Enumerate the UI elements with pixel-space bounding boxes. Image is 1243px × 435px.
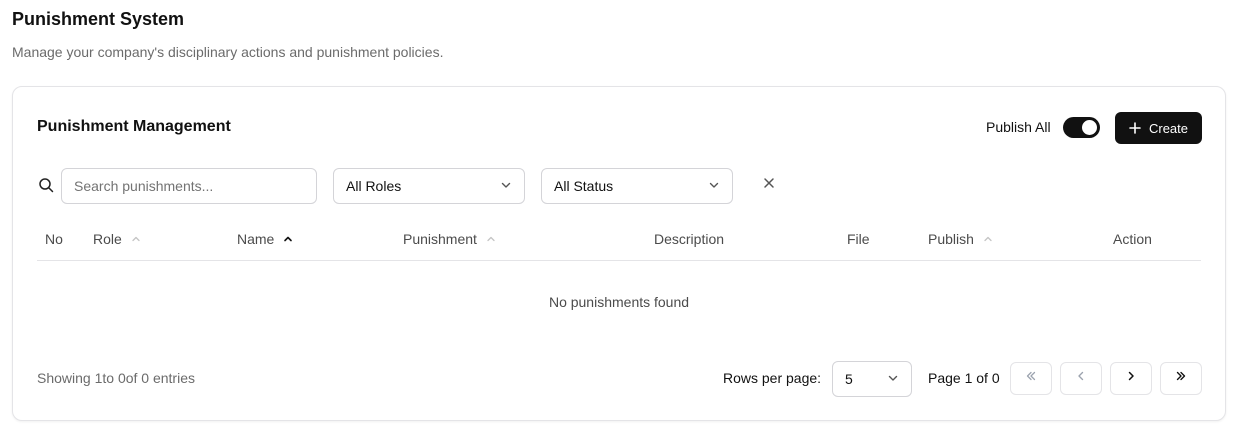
role-filter-value: All Roles: [346, 178, 402, 194]
sort-up-icon[interactable]: [485, 233, 497, 245]
column-label: Action: [1113, 231, 1152, 247]
chevron-right-icon: [1124, 369, 1138, 388]
chevron-left-icon: [1074, 369, 1088, 388]
create-button[interactable]: Create: [1115, 112, 1202, 144]
card-title: Punishment Management: [37, 118, 231, 135]
column-label: Description: [654, 231, 725, 247]
plus-icon: [1129, 122, 1141, 134]
search-input[interactable]: [61, 168, 317, 204]
table-header: No Role Name Punishment Description File: [37, 223, 1201, 261]
publish-all-toggle[interactable]: [1063, 117, 1100, 138]
sort-up-icon[interactable]: [130, 233, 142, 245]
column-label: File: [847, 231, 870, 247]
next-page-button[interactable]: [1110, 362, 1152, 395]
column-header-role[interactable]: Role: [93, 231, 142, 247]
chevron-down-icon: [500, 178, 512, 194]
create-button-label: Create: [1148, 120, 1189, 136]
chevrons-right-icon: [1174, 369, 1188, 388]
search-icon: [38, 177, 54, 198]
column-label: Role: [93, 231, 122, 247]
column-label: No: [45, 231, 63, 247]
column-label: Publish: [928, 231, 974, 247]
chevron-down-icon: [887, 371, 899, 387]
rows-per-page-label: Rows per page:: [723, 370, 822, 386]
toggle-knob: [1082, 120, 1097, 135]
column-label: Punishment: [403, 231, 477, 247]
column-header-punishment[interactable]: Punishment: [403, 231, 497, 247]
column-header-publish[interactable]: Publish: [928, 231, 994, 247]
chevron-down-icon: [708, 178, 720, 194]
publish-all-label: Publish All: [986, 119, 1051, 135]
empty-state-message: No punishments found: [548, 294, 690, 310]
chevrons-left-icon: [1024, 369, 1038, 388]
clear-filters-icon[interactable]: [762, 176, 776, 195]
status-filter-value: All Status: [554, 178, 614, 194]
column-header-file: File: [847, 231, 870, 247]
column-header-name[interactable]: Name: [237, 231, 294, 247]
status-filter-select[interactable]: All Status: [541, 168, 733, 204]
page-info: Page 1 of 0: [928, 370, 1000, 386]
sort-up-icon[interactable]: [982, 233, 994, 245]
rows-per-page-select[interactable]: 5: [832, 361, 912, 397]
entries-summary: Showing 1to 0of 0 entries: [37, 370, 195, 386]
punishment-management-card: Punishment Management Publish All Create…: [12, 86, 1226, 421]
column-header-description: Description: [654, 231, 724, 247]
sort-up-icon[interactable]: [282, 233, 294, 245]
column-header-no: No: [45, 231, 63, 247]
first-page-button[interactable]: [1010, 362, 1052, 395]
role-filter-select[interactable]: All Roles: [333, 168, 525, 204]
rows-per-page-value: 5: [845, 371, 853, 387]
last-page-button[interactable]: [1160, 362, 1202, 395]
previous-page-button[interactable]: [1060, 362, 1102, 395]
page-subtitle: Manage your company's disciplinary actio…: [12, 44, 444, 60]
column-label: Name: [237, 231, 275, 247]
column-header-action: Action: [1113, 231, 1152, 247]
page-title: Punishment System: [12, 9, 185, 29]
